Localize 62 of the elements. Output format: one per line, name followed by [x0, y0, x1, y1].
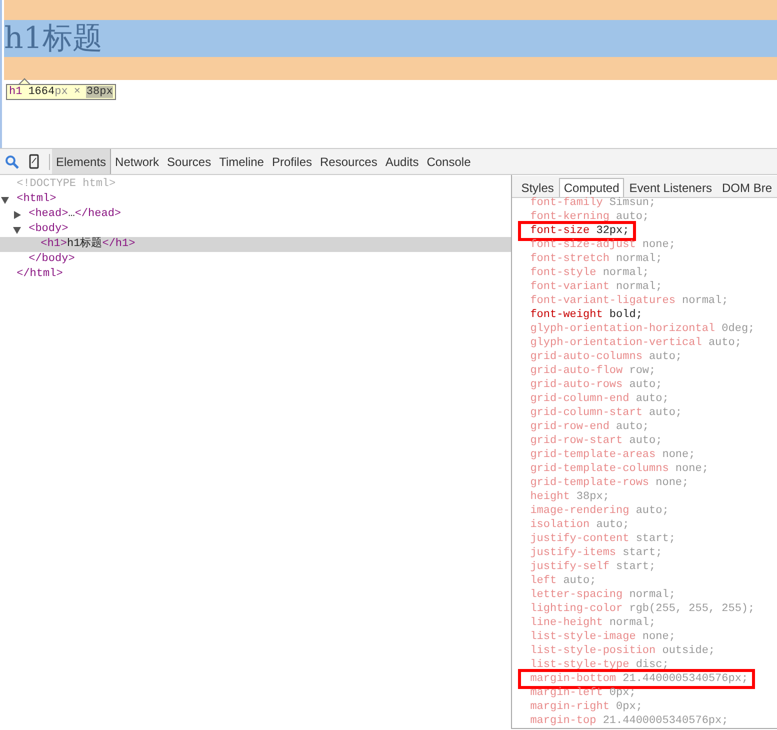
- computed-property: grid-auto-columns auto;: [530, 350, 682, 364]
- size-tooltip: h1 1664px × 38px: [6, 84, 116, 100]
- computed-property: margin-top 21.4400005340576px;: [530, 714, 728, 728]
- sidebar-tab[interactable]: DOM Bre: [716, 178, 777, 197]
- computed-property: font-style normal;: [530, 266, 650, 280]
- computed-property: font-kerning auto;: [530, 210, 650, 224]
- panel-tab[interactable]: Network: [111, 149, 164, 174]
- dom-node-line[interactable]: <html>: [0, 192, 512, 207]
- sidebar-tab[interactable]: Event Listeners: [624, 178, 717, 197]
- panel-tab[interactable]: Audits: [381, 149, 423, 174]
- search-icon[interactable]: [5, 154, 19, 168]
- panel-tab[interactable]: Elements: [52, 149, 112, 174]
- computed-property: glyph-orientation-vertical auto;: [530, 336, 742, 350]
- computed-property: letter-spacing normal;: [530, 588, 676, 602]
- panel-tab[interactable]: Sources: [163, 149, 216, 174]
- panel-tab[interactable]: Profiles: [268, 149, 316, 174]
- computed-property: font-variant normal;: [530, 280, 662, 294]
- computed-property: margin-bottom 21.4400005340576px;: [530, 672, 748, 686]
- computed-property: grid-auto-rows auto;: [530, 378, 662, 392]
- computed-property: font-size-adjust none;: [530, 238, 676, 252]
- computed-property: margin-right 0px;: [530, 700, 642, 714]
- computed-property: grid-row-start auto;: [530, 434, 662, 448]
- computed-property: lighting-color rgb(255, 255, 255);: [530, 602, 755, 616]
- panel-tab[interactable]: Resources: [316, 149, 382, 174]
- sidebar-tab[interactable]: Computed: [558, 178, 624, 197]
- computed-property: font-weight bold;: [530, 308, 642, 322]
- dom-node-line[interactable]: <body>: [0, 222, 512, 237]
- computed-property: justify-self start;: [530, 560, 656, 574]
- computed-property: height 38px;: [530, 490, 610, 504]
- computed-property: image-rendering auto;: [530, 504, 669, 518]
- computed-property: grid-column-end auto;: [530, 392, 669, 406]
- computed-property: grid-template-columns none;: [530, 462, 708, 476]
- computed-property: grid-auto-flow row;: [530, 364, 656, 378]
- computed-property: font-family Simsun;: [530, 196, 656, 210]
- device-icon[interactable]: [29, 154, 39, 169]
- panel-tab[interactable]: Timeline: [215, 149, 268, 174]
- computed-property: font-variant-ligatures normal;: [530, 294, 728, 308]
- computed-property: justify-items start;: [530, 546, 662, 560]
- computed-property: justify-content start;: [530, 532, 676, 546]
- computed-property: list-style-position outside;: [530, 644, 716, 658]
- computed-property: grid-column-start auto;: [530, 406, 682, 420]
- sidebar-tab[interactable]: Styles: [516, 178, 559, 197]
- triangle-right-icon[interactable]: [13, 211, 21, 219]
- computed-property: font-stretch normal;: [530, 252, 662, 266]
- computed-property: glyph-orientation-horizontal 0deg;: [530, 322, 755, 336]
- panel-tab[interactable]: Console: [422, 149, 475, 174]
- triangle-down-icon[interactable]: [1, 196, 9, 204]
- computed-property: grid-row-end auto;: [530, 420, 650, 434]
- computed-property: line-height normal;: [530, 616, 656, 630]
- computed-property: grid-template-rows none;: [530, 476, 689, 490]
- dom-node-line[interactable]: <head>…</head>: [0, 207, 512, 222]
- computed-property: list-style-type disc;: [530, 658, 669, 672]
- dom-node-line[interactable]: </body>: [0, 252, 512, 267]
- computed-property: margin-left 0px;: [530, 686, 636, 700]
- computed-property: list-style-image none;: [530, 630, 676, 644]
- computed-property: left auto;: [530, 574, 596, 588]
- computed-property: font-size 32px;: [530, 224, 630, 238]
- computed-property: grid-template-areas none;: [530, 448, 696, 462]
- triangle-down-icon[interactable]: [13, 226, 21, 234]
- dom-node-line[interactable]: </html>: [0, 267, 512, 282]
- computed-property: isolation auto;: [530, 518, 630, 532]
- page-heading: h1标题: [4, 20, 102, 57]
